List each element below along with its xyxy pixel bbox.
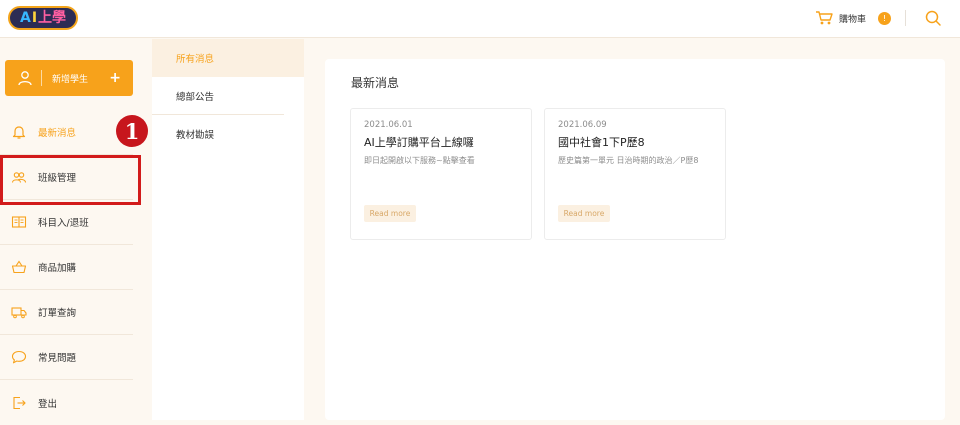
sidebar-item-label: 班級管理	[38, 173, 77, 184]
user-icon	[18, 71, 32, 86]
chat-icon	[11, 350, 27, 364]
book-icon	[11, 216, 27, 228]
bell-icon	[12, 126, 26, 139]
subnav-errata[interactable]: 教材勘誤	[152, 115, 284, 153]
subnav-hq-announcements[interactable]: 總部公告	[152, 77, 284, 115]
cart-label: 購物車	[839, 14, 867, 25]
logo-text-shangxue: 上學	[38, 10, 67, 26]
sidebar-item-label: 商品加購	[38, 263, 77, 274]
news-card[interactable]: 2021.06.01 AI上學訂購平台上線囉 即日起開啟以下服務~點擊查看 Re…	[350, 108, 532, 240]
sidebar-item-label: 最新消息	[38, 128, 77, 139]
news-description: 歷史篇第一單元 日治時期的政治／P歷8	[558, 156, 699, 165]
step-number-badge: 1	[116, 115, 148, 147]
news-title: AI上學訂購平台上線囉	[364, 136, 474, 149]
sidebar-item-label: 訂單查詢	[38, 308, 77, 319]
news-date: 2021.06.01	[364, 120, 413, 130]
sidebar-item-label: 登出	[38, 398, 58, 410]
read-more-button[interactable]: Read more	[364, 205, 416, 222]
sidebar-item-logout[interactable]: 登出	[0, 380, 133, 425]
sidebar-item-subject-enroll[interactable]: 科目入/退班	[0, 200, 133, 245]
add-student-label: 新增學生	[52, 74, 89, 85]
top-bar: A I 上學 購物車 !	[0, 0, 960, 38]
truck-icon	[11, 307, 27, 319]
sidebar: 新增學生 + 最新消息 班級管理 科目入/退班 商品加購 訂單查詢 常見問題 登…	[0, 39, 151, 420]
search-icon[interactable]	[924, 9, 942, 27]
news-date: 2021.06.09	[558, 120, 607, 130]
logo-letter-a: A	[19, 10, 31, 26]
subnav-all-news[interactable]: 所有消息	[152, 39, 304, 77]
sidebar-item-label: 科目入/退班	[38, 218, 89, 229]
cart-icon	[816, 11, 833, 25]
sidebar-item-label: 常見問題	[38, 353, 77, 364]
cart-button[interactable]: 購物車 !	[815, 9, 892, 27]
logo-letter-i: I	[31, 10, 38, 26]
sidebar-item-add-products[interactable]: 商品加購	[0, 245, 133, 290]
news-subnav: 所有消息 總部公告 教材勘誤	[152, 39, 304, 420]
top-divider	[905, 10, 906, 26]
page-title: 最新消息	[351, 76, 400, 90]
basket-icon	[11, 260, 27, 274]
news-card[interactable]: 2021.06.09 國中社會1下P歷8 歷史篇第一單元 日治時期的政治／P歷8…	[544, 108, 726, 240]
read-more-button[interactable]: Read more	[558, 205, 610, 222]
logo[interactable]: A I 上學	[8, 6, 78, 30]
add-student-separator	[41, 70, 42, 86]
news-title: 國中社會1下P歷8	[558, 136, 645, 149]
cart-badge: !	[878, 11, 892, 25]
logout-icon	[13, 396, 26, 409]
main-content: 最新消息 2021.06.01 AI上學訂購平台上線囉 即日起開啟以下服務~點擊…	[325, 59, 945, 420]
news-description: 即日起開啟以下服務~點擊查看	[364, 156, 475, 165]
sidebar-item-news[interactable]: 最新消息	[0, 110, 133, 155]
sidebar-menu: 最新消息 班級管理 科目入/退班 商品加購 訂單查詢 常見問題 登出	[0, 110, 133, 425]
users-icon	[11, 172, 27, 183]
add-student-button[interactable]: 新增學生 +	[5, 60, 133, 96]
sidebar-item-class-management[interactable]: 班級管理	[0, 155, 133, 200]
plus-icon: +	[109, 70, 121, 86]
sidebar-item-order-query[interactable]: 訂單查詢	[0, 290, 133, 335]
sidebar-item-faq[interactable]: 常見問題	[0, 335, 133, 380]
